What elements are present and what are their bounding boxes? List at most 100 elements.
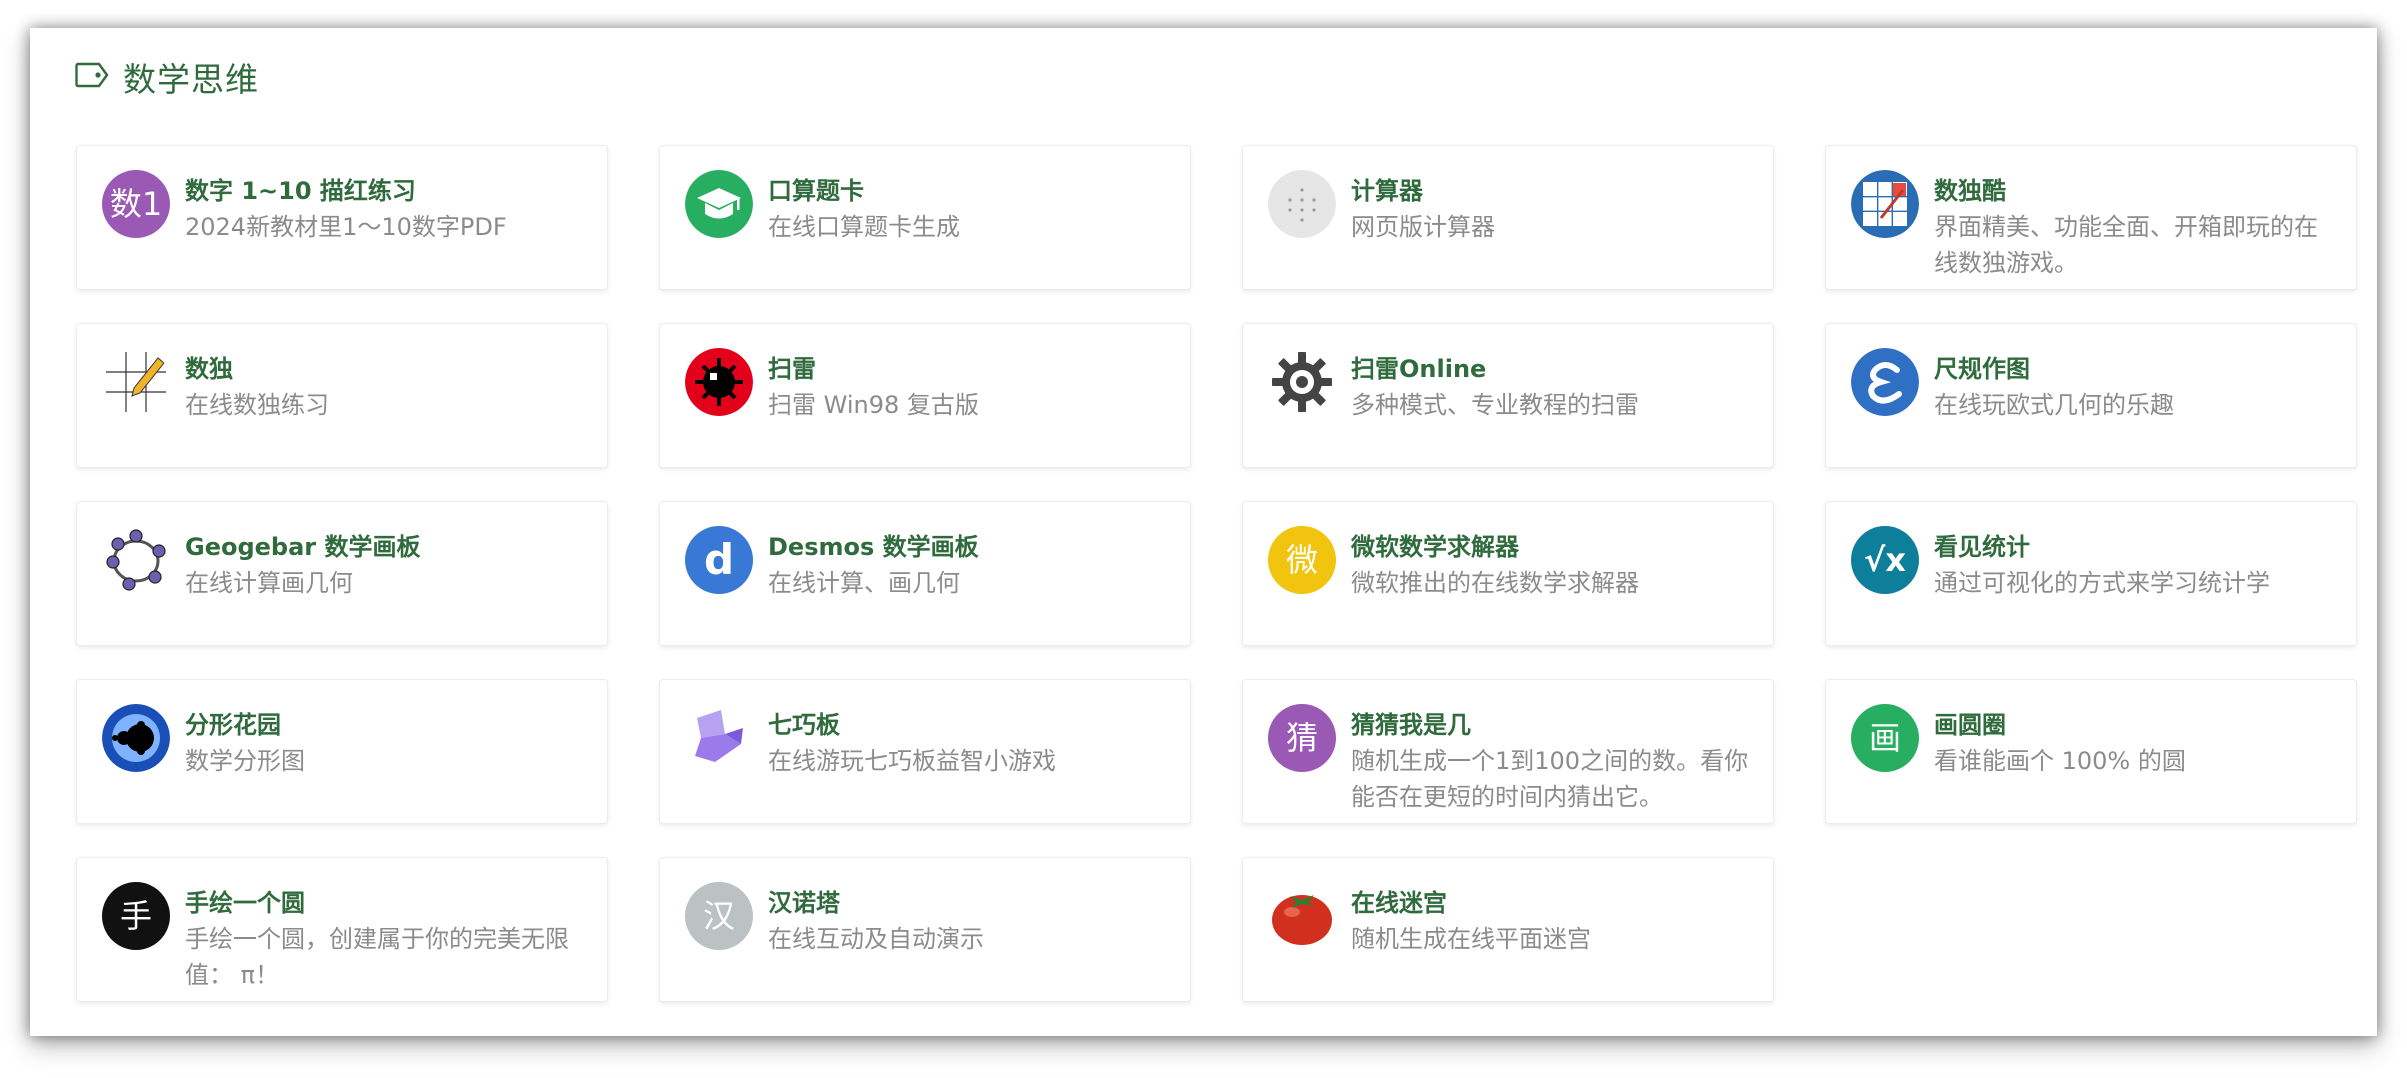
card-title[interactable]: 数字 1~10 描红练习 bbox=[185, 175, 587, 207]
draw-circle-icon: 画 bbox=[1851, 704, 1919, 772]
app-card[interactable]: 扫雷Online 多种模式、专业教程的扫雷 bbox=[1242, 323, 1774, 468]
app-card[interactable]: 分形花园 数学分形图 bbox=[76, 679, 608, 824]
app-card[interactable]: 汉汉诺塔 在线互动及自动演示 bbox=[659, 857, 1191, 1002]
card-description: 多种模式、专业教程的扫雷 bbox=[1351, 391, 1639, 419]
card-title[interactable]: 微软数学求解器 bbox=[1351, 531, 1753, 563]
card-text: 汉诺塔在线互动及自动演示 bbox=[768, 882, 1170, 957]
card-title[interactable]: 尺规作图 bbox=[1934, 353, 2336, 385]
app-card[interactable]: 计算器 网页版计算器 bbox=[1242, 145, 1774, 290]
geogebra-icon bbox=[102, 526, 170, 594]
card-text: 扫雷扫雷 Win98 复古版 bbox=[768, 348, 1170, 423]
card-description: 随机生成在线平面迷宫 bbox=[1351, 925, 1591, 953]
app-card[interactable]: d Desmos 数学画板在线计算、画几何 bbox=[659, 501, 1191, 646]
app-card[interactable]: 尺规作图在线玩欧式几何的乐趣 bbox=[1825, 323, 2357, 468]
app-card[interactable]: 数独 在线数独练习 bbox=[76, 323, 608, 468]
card-title[interactable]: 在线迷宫 bbox=[1351, 887, 1753, 919]
card-title[interactable]: 七巧板 bbox=[768, 709, 1170, 741]
app-card[interactable]: 七巧板在线游玩七巧板益智小游戏 bbox=[659, 679, 1191, 824]
card-description: 在线数独练习 bbox=[185, 391, 329, 419]
card-title[interactable]: 数独 bbox=[185, 353, 587, 385]
card-title[interactable]: Desmos 数学画板 bbox=[768, 531, 1170, 563]
section-title: 数学思维 bbox=[123, 60, 259, 99]
card-text: Geogebar 数学画板在线计算画几何 bbox=[185, 526, 587, 601]
icon-glyph: 画 bbox=[1868, 719, 1901, 757]
app-card[interactable]: 数1 数字 1~10 描红练习 2024新教材里1～10数字PDF bbox=[76, 145, 608, 290]
app-card[interactable]: 数独酷 界面精美、功能全面、开箱即玩的在线数独游戏。 bbox=[1825, 145, 2357, 290]
app-card[interactable]: 猜猜猜我是几 随机生成一个1到100之间的数。看你能否在更短的时间内猜出它。 bbox=[1242, 679, 1774, 824]
hanoi-icon: 汉 bbox=[685, 882, 753, 950]
card-title[interactable]: 汉诺塔 bbox=[768, 887, 1170, 919]
guess-icon: 猜 bbox=[1268, 704, 1336, 772]
card-description: 扫雷 Win98 复古版 bbox=[768, 391, 979, 419]
card-text: 画圆圈看谁能画个 100% 的圆 bbox=[1934, 704, 2336, 779]
card-description: 在线计算画几何 bbox=[185, 569, 353, 597]
card-description: 在线玩欧式几何的乐趣 bbox=[1934, 391, 2174, 419]
card-title[interactable]: 扫雷 bbox=[768, 353, 1170, 385]
card-description: 通过可视化的方式来学习统计学 bbox=[1934, 569, 2270, 597]
mine-icon bbox=[685, 348, 753, 416]
card-title[interactable]: 画圆圈 bbox=[1934, 709, 2336, 741]
card-text: 七巧板在线游玩七巧板益智小游戏 bbox=[768, 704, 1170, 779]
card-description: 2024新教材里1～10数字PDF bbox=[185, 213, 507, 241]
card-text: 在线迷宫随机生成在线平面迷宫 bbox=[1351, 882, 1753, 957]
app-card[interactable]: 在线迷宫随机生成在线平面迷宫 bbox=[1242, 857, 1774, 1002]
card-text: 猜猜我是几随机生成一个1到100之间的数。看你能否在更短的时间内猜出它。 bbox=[1351, 704, 1753, 815]
card-title[interactable]: 扫雷Online bbox=[1351, 353, 1753, 385]
card-title[interactable]: 分形花园 bbox=[185, 709, 587, 741]
icon-glyph: d bbox=[703, 535, 735, 584]
tomato-icon bbox=[1268, 882, 1336, 950]
icon-glyph: 汉 bbox=[702, 897, 735, 935]
app-card[interactable]: √x 看见统计 通过可视化的方式来学习统计学 bbox=[1825, 501, 2357, 646]
card-text: 扫雷Online 多种模式、专业教程的扫雷 bbox=[1351, 348, 1753, 423]
card-title[interactable]: 数独酷 bbox=[1934, 175, 2336, 207]
card-text: 微软数学求解器微软推出的在线数学求解器 bbox=[1351, 526, 1753, 601]
app-card[interactable]: 画画圆圈 看谁能画个 100% 的圆 bbox=[1825, 679, 2357, 824]
card-title[interactable]: 猜猜我是几 bbox=[1351, 709, 1753, 741]
app-card[interactable]: 手 手绘一个圆手绘一个圆，创建属于你的完美无限值： π！ bbox=[76, 857, 608, 1002]
compass-logo-icon bbox=[1851, 348, 1919, 416]
card-description: 在线计算、画几何 bbox=[768, 569, 960, 597]
card-description: 在线口算题卡生成 bbox=[768, 213, 960, 241]
icon-glyph: 手 bbox=[119, 897, 152, 935]
icon-glyph: 数1 bbox=[109, 185, 163, 223]
app-card[interactable]: 微微软数学求解器 微软推出的在线数学求解器 bbox=[1242, 501, 1774, 646]
tag-icon bbox=[75, 62, 109, 92]
sudoku-grid-icon bbox=[1851, 170, 1919, 238]
card-title[interactable]: 计算器 bbox=[1351, 175, 1753, 207]
graduation-cap-icon bbox=[685, 170, 753, 238]
hand-draw-icon: 手 bbox=[102, 882, 170, 950]
card-description: 在线互动及自动演示 bbox=[768, 925, 984, 953]
card-text: 分形花园 数学分形图 bbox=[185, 704, 587, 779]
app-card[interactable]: 口算题卡在线口算题卡生成 bbox=[659, 145, 1191, 290]
card-text: 看见统计通过可视化的方式来学习统计学 bbox=[1934, 526, 2336, 601]
card-description: 随机生成一个1到100之间的数。看你能否在更短的时间内猜出它。 bbox=[1351, 747, 1749, 811]
app-card[interactable]: Geogebar 数学画板在线计算画几何 bbox=[76, 501, 608, 646]
app-card[interactable]: 扫雷扫雷 Win98 复古版 bbox=[659, 323, 1191, 468]
card-title[interactable]: 看见统计 bbox=[1934, 531, 2336, 563]
card-text: Desmos 数学画板在线计算、画几何 bbox=[768, 526, 1170, 601]
icon-glyph: 微 bbox=[1285, 541, 1318, 579]
card-title[interactable]: Geogebar 数学画板 bbox=[185, 531, 587, 563]
desmos-icon: d bbox=[685, 526, 753, 594]
card-description: 微软推出的在线数学求解器 bbox=[1351, 569, 1639, 597]
section-header: 数学思维 bbox=[75, 54, 259, 100]
icon-glyph: 猜 bbox=[1285, 719, 1318, 757]
fractal-icon bbox=[102, 704, 170, 772]
card-description: 在线游玩七巧板益智小游戏 bbox=[768, 747, 1056, 775]
gear-mine-icon bbox=[1268, 348, 1336, 416]
card-text: 数字 1~10 描红练习 2024新教材里1～10数字PDF bbox=[185, 170, 587, 245]
card-description: 数学分形图 bbox=[185, 747, 305, 775]
tangram-icon bbox=[685, 704, 753, 772]
card-text: 数独 在线数独练习 bbox=[185, 348, 587, 423]
math-thinking-panel: 数学思维 数1 数字 1~10 描红练习 2024新教材里1～10数字PDF 口算题卡… bbox=[30, 28, 2377, 1036]
card-text: 数独酷 界面精美、功能全面、开箱即玩的在线数独游戏。 bbox=[1934, 170, 2336, 281]
card-title[interactable]: 口算题卡 bbox=[768, 175, 1170, 207]
purple-num-icon: 数1 bbox=[102, 170, 170, 238]
calculator-icon bbox=[1268, 170, 1336, 238]
card-text: 尺规作图在线玩欧式几何的乐趣 bbox=[1934, 348, 2336, 423]
card-title[interactable]: 手绘一个圆 bbox=[185, 887, 587, 919]
card-description: 手绘一个圆，创建属于你的完美无限值： π！ bbox=[185, 925, 569, 989]
card-description: 网页版计算器 bbox=[1351, 213, 1495, 241]
app-card-grid: 数1 数字 1~10 描红练习 2024新教材里1～10数字PDF 口算题卡在线口算题… bbox=[76, 145, 2357, 1002]
card-description: 看谁能画个 100% 的圆 bbox=[1934, 747, 2186, 775]
